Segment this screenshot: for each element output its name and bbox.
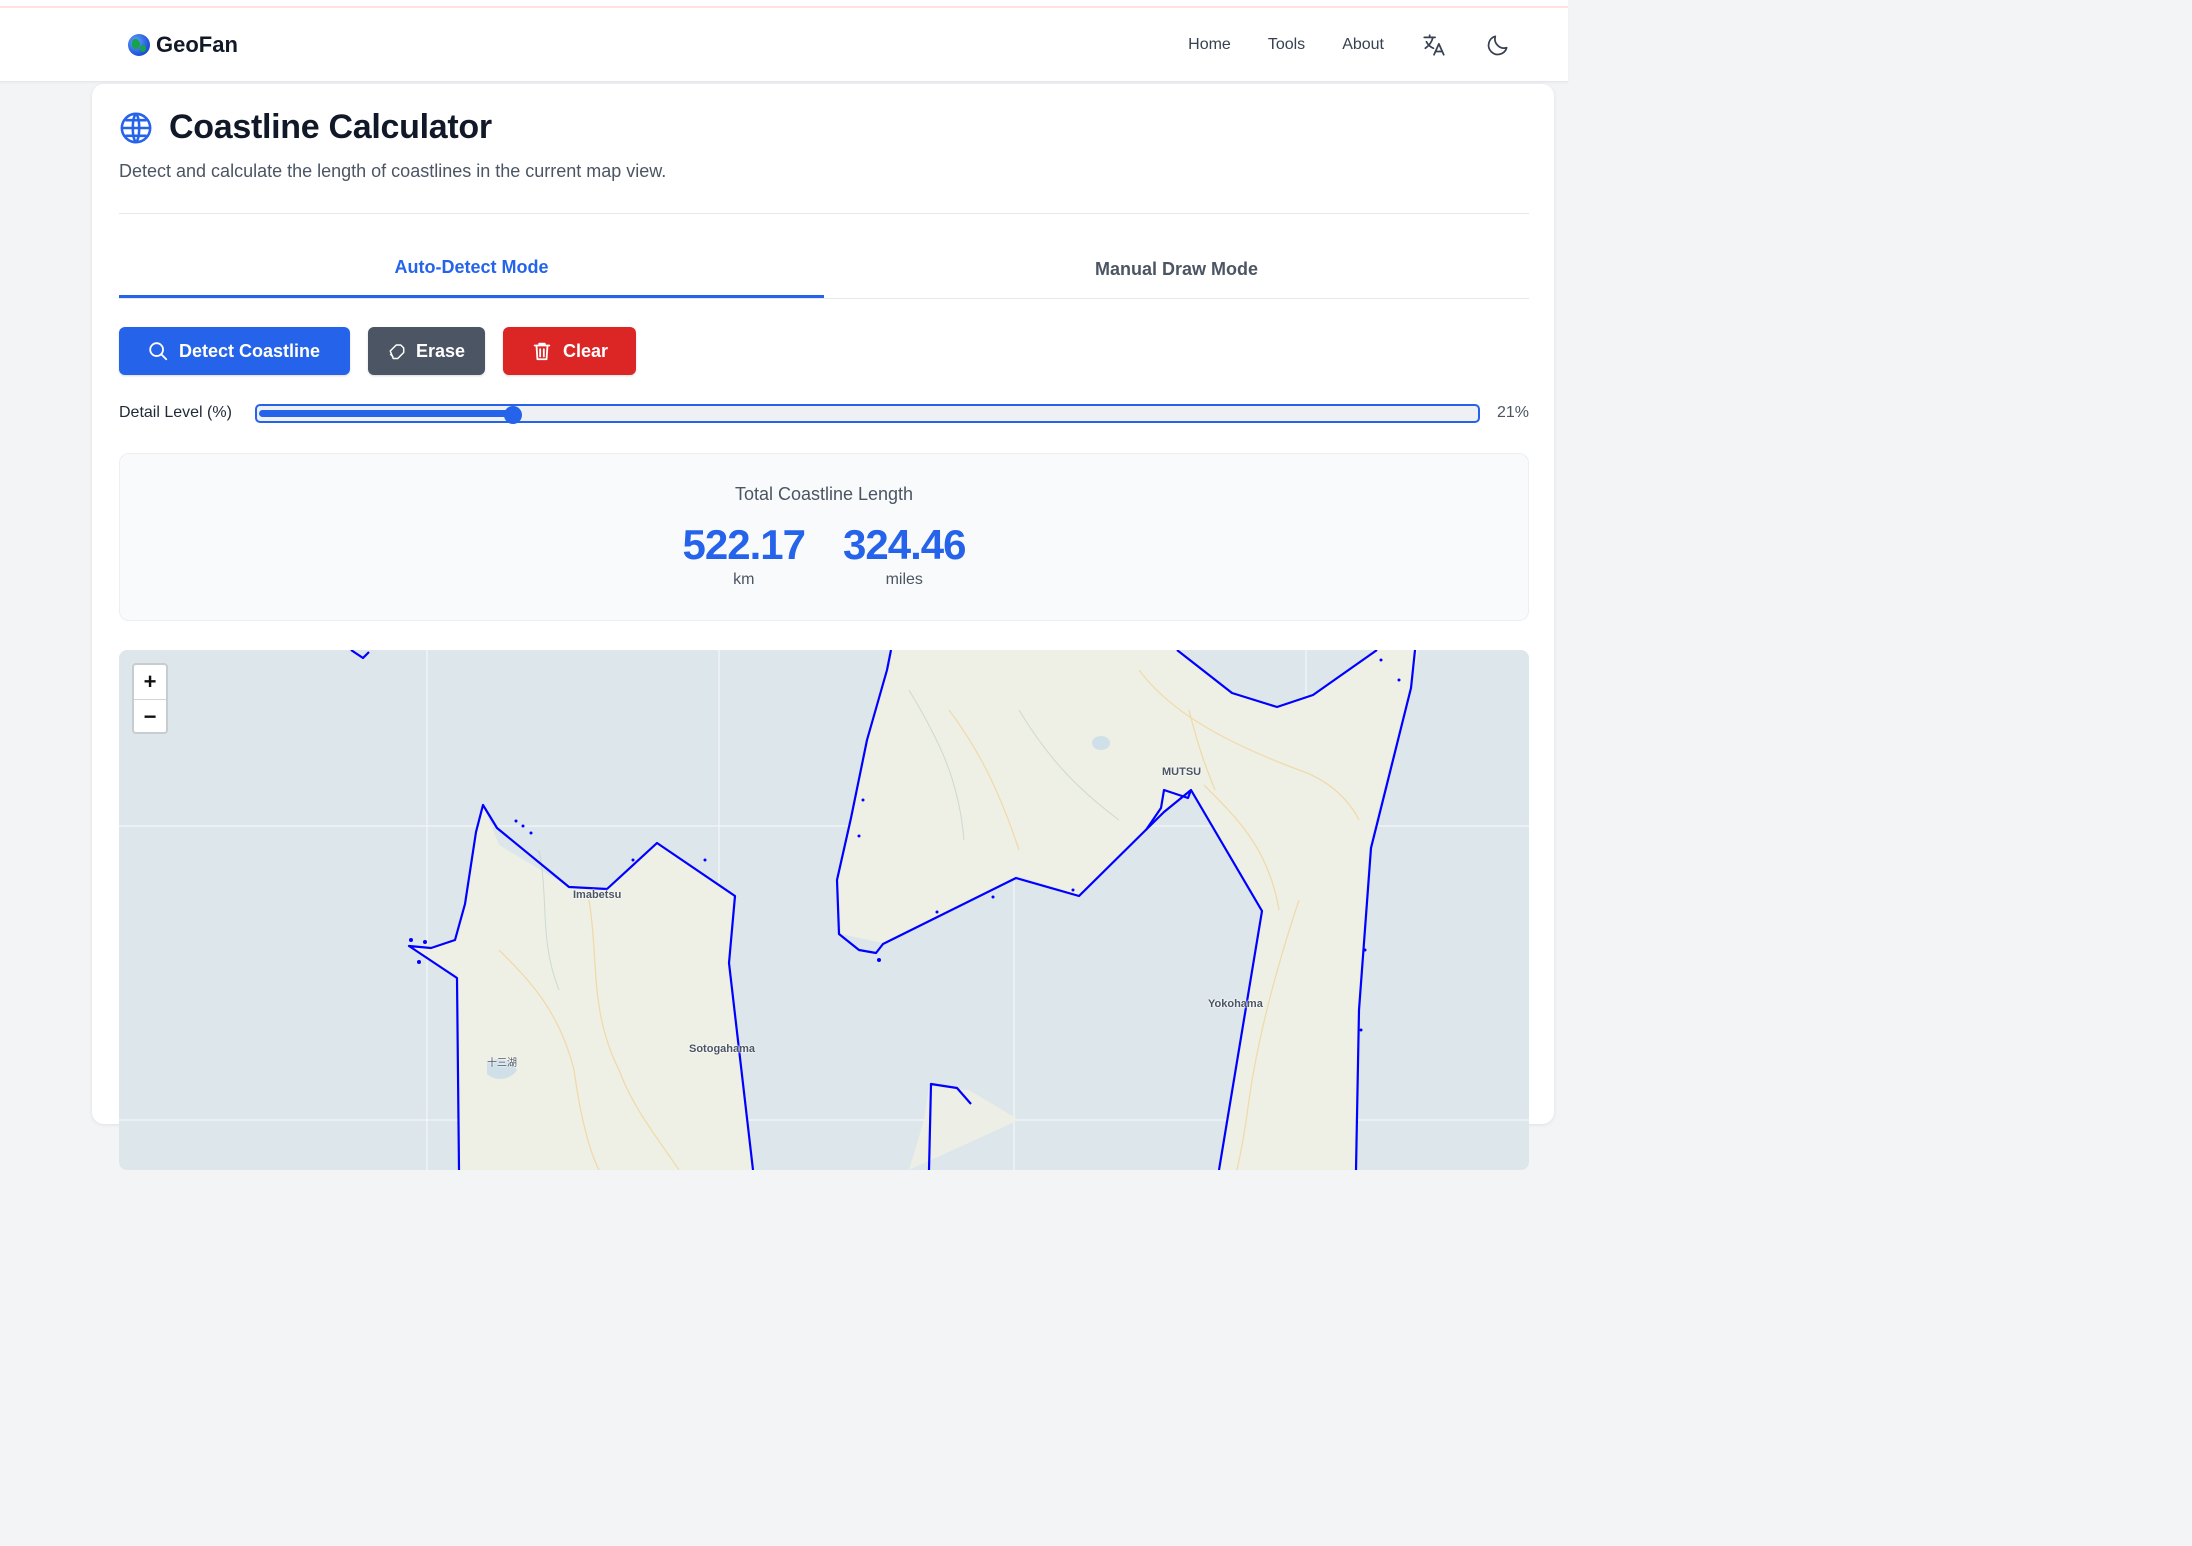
map-label-jusan-lake: 十三湖 [487,1058,517,1069]
page-subtitle: Detect and calculate the length of coast… [119,161,667,181]
search-icon [149,342,168,361]
miles-value: 324.46 [843,521,966,568]
detect-coastline-label: Detect Coastline [179,340,321,361]
map-label-mutsu: MUTSU [1162,766,1202,778]
detail-level-label: Detail Level (%) [119,404,232,421]
miles-unit: miles [885,571,923,588]
tab-auto-detect[interactable]: Auto-Detect Mode [119,244,824,298]
translate-icon[interactable] [1421,32,1447,58]
zoom-out-button[interactable]: − [134,699,166,733]
navbar: GeoFan Home Tools About [0,8,1568,82]
clear-button[interactable]: Clear [503,327,636,375]
nav-about-link[interactable]: About [1342,36,1384,54]
map-view[interactable]: Imabetsu MUTSU Sotogahama Yokohama 十三湖 +… [119,650,1529,1170]
clear-label: Clear [562,340,608,361]
map-label-yokohama: Yokohama [1208,998,1263,1010]
title-row: Coastline Calculator [119,108,492,147]
action-buttons: Detect Coastline Erase Clear [119,327,636,375]
result-title: Total Coastline Length [734,484,914,504]
coastline-calculator-card: Coastline Calculator Detect and calculat… [92,84,1554,1170]
result-panel: Total Coastline Length 522.17 km 324.46 … [119,453,1529,621]
nav-home-link[interactable]: Home [1188,36,1231,54]
erase-label: Erase [415,340,465,361]
nav-tools-link[interactable]: Tools [1268,36,1305,54]
trash-icon [533,342,551,361]
eraser-icon [389,344,405,360]
km-result: 522.17 km [682,521,806,589]
zoom-in-button[interactable]: + [134,665,166,699]
page-title: Coastline Calculator [169,108,492,146]
tab-manual-draw[interactable]: Manual Draw Mode [824,244,1529,298]
slider-fill [259,410,516,417]
detect-coastline-button[interactable]: Detect Coastline [119,327,350,375]
header-divider [119,213,1529,214]
detail-level-row: Detail Level (%) 21% [119,402,1529,424]
nav-links: Home Tools About [1188,8,1568,82]
brand-logo[interactable]: GeoFan [128,32,238,58]
globe-icon [120,112,152,143]
top-accent-line [0,0,1568,8]
zoom-control: + − [132,663,168,734]
erase-button[interactable]: Erase [368,327,485,375]
detail-level-slider[interactable] [255,404,1480,424]
globe-emoji-icon [128,34,150,56]
map-basemap [119,650,1529,1170]
map-label-imabetsu: Imabetsu [573,889,622,901]
brand-name: GeoFan [156,32,238,57]
moon-icon[interactable] [1485,32,1511,58]
km-unit: km [733,571,755,588]
mode-tabs: Auto-Detect Mode Manual Draw Mode [119,244,1529,299]
miles-result: 324.46 miles [843,521,966,589]
map-label-sotogahama: Sotogahama [689,1043,756,1055]
result-values: 522.17 km 324.46 miles [120,524,1528,589]
km-value: 522.17 [682,521,806,568]
slider-thumb[interactable] [504,406,523,424]
detail-level-value: 21% [1496,404,1529,421]
